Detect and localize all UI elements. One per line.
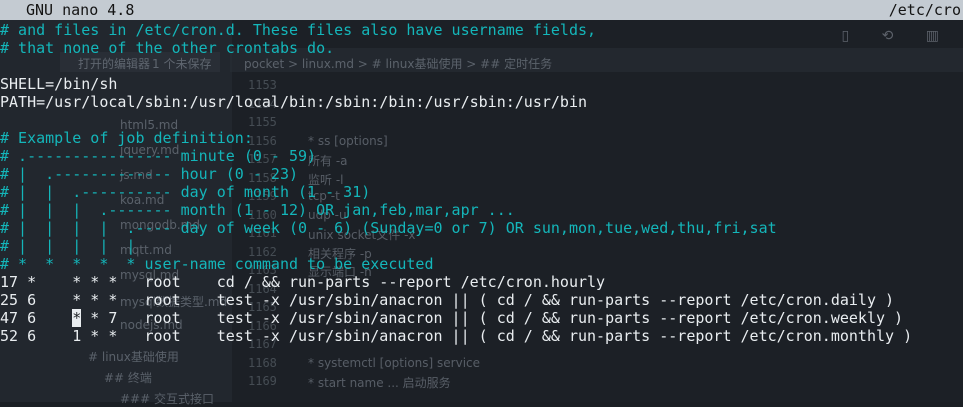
buffer-line-text: SHELL=/bin/sh [0, 75, 118, 93]
buffer-line: # | .------------- hour (0 - 23) [0, 165, 963, 183]
comment-text: # | | | .------- month (1 - 12) OR jan,f… [0, 201, 515, 219]
buffer-line: # and files in /etc/cron.d. These files … [0, 21, 963, 39]
ghost-editor-line: * start name ... 启动服务 [308, 376, 451, 390]
nano-version: GNU nano 4.8 [26, 1, 135, 19]
comment-text: # | | .---------- day of month (1 - 31) [0, 183, 371, 201]
ghost-outline-item: # linux基础使用 [88, 350, 179, 364]
ghost-editor-line: * systemctl [options] service [308, 355, 481, 370]
buffer-line: # | | .---------- day of month (1 - 31) [0, 183, 963, 201]
buffer-line: # | | | .------- month (1 - 12) OR jan,f… [0, 201, 963, 219]
buffer-line: 52 6 1 * * root test -x /usr/sbin/anacro… [0, 327, 963, 345]
buffer-line-text: 52 6 1 * * root test -x /usr/sbin/anacro… [0, 327, 913, 345]
comment-text: # and files in /etc/cron.d. These files … [0, 21, 597, 39]
buffer-line: # .---------------- minute (0 - 59) [0, 147, 963, 165]
nano-editor-buffer[interactable]: # and files in /etc/cron.d. These files … [0, 21, 963, 345]
buffer-line: # Example of job definition: [0, 129, 963, 147]
ghost-outline-item: ## 终端 [104, 371, 152, 385]
ghost-line-number: 1169 [248, 374, 277, 388]
buffer-line-text: 17 * * * * root cd / && run-parts --repo… [0, 273, 606, 291]
buffer-line-text: 25 6 * * * root test -x /usr/sbin/anacro… [0, 291, 895, 309]
buffer-line [0, 57, 963, 75]
buffer-line [0, 111, 963, 129]
buffer-line: # that none of the other crontabs do. [0, 39, 963, 57]
buffer-line-text: PATH=/usr/local/sbin:/usr/local/bin:/sbi… [0, 93, 587, 111]
comment-text: # * * * * * user-name command to be exec… [0, 255, 434, 273]
buffer-line: # * * * * * user-name command to be exec… [0, 255, 963, 273]
buffer-line: 47 6 * * 7 root test -x /usr/sbin/anacro… [0, 309, 963, 327]
nano-filename: /etc/cro [888, 1, 961, 19]
comment-text: # Example of job definition: [0, 129, 253, 147]
ghost-line-number: 1168 [248, 355, 277, 370]
comment-text: # .---------------- minute (0 - 59) [0, 147, 317, 165]
text-cursor: * [72, 309, 82, 327]
ghost-outline-item: ### 交互式接口 [120, 392, 214, 406]
buffer-line: PATH=/usr/local/sbin:/usr/local/bin:/sbi… [0, 93, 963, 111]
buffer-line: 25 6 * * * root test -x /usr/sbin/anacro… [0, 291, 963, 309]
comment-text: # | | | | | [0, 237, 136, 255]
buffer-line: # | | | | | [0, 237, 963, 255]
comment-text: # | | | | .---- day of week (0 - 6) (Sun… [0, 219, 777, 237]
buffer-line: # | | | | .---- day of week (0 - 6) (Sun… [0, 219, 963, 237]
comment-text: # that none of the other crontabs do. [0, 39, 335, 57]
buffer-line: SHELL=/bin/sh [0, 75, 963, 93]
comment-text: # | .------------- hour (0 - 23) [0, 165, 299, 183]
nano-title-bar: GNU nano 4.8 /etc/cro [0, 0, 963, 20]
buffer-line: 17 * * * * root cd / && run-parts --repo… [0, 273, 963, 291]
buffer-line-text: 47 6 [0, 309, 73, 327]
buffer-line-text: * 7 root test -x /usr/sbin/anacron || ( … [81, 309, 904, 327]
